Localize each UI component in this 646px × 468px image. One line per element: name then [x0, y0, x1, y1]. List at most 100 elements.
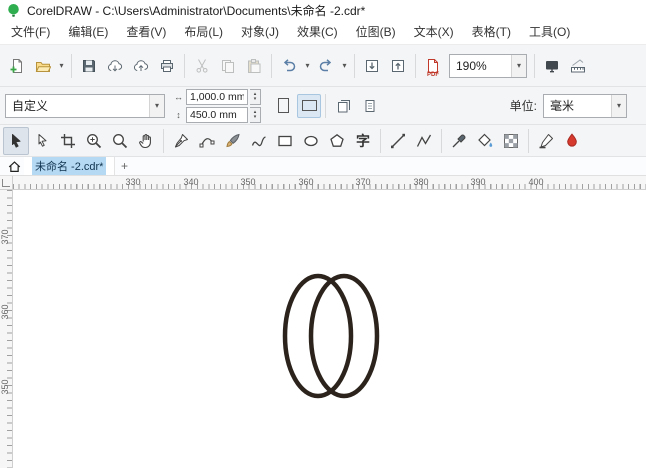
page-width-input[interactable]	[186, 88, 248, 105]
menu-item-text[interactable]: 文本(X)	[405, 20, 463, 44]
coreldraw-window: CorelDRAW - C:\Users\Administrator\Docum…	[0, 0, 646, 468]
cut-button[interactable]	[189, 53, 215, 79]
artistic-media-tool[interactable]	[220, 127, 246, 155]
fullscreen-preview-button[interactable]	[539, 53, 565, 79]
menu-item-view[interactable]: 查看(V)	[117, 20, 175, 44]
spin-down-icon: ▾	[253, 95, 257, 102]
page-height-spinner[interactable]: ▴ ▾	[250, 106, 261, 123]
menu-item-table[interactable]: 表格(T)	[463, 20, 520, 44]
toolbar-separator	[71, 53, 72, 78]
page-height-input[interactable]	[186, 106, 248, 123]
vertical-ruler[interactable]: 370 360 350	[0, 190, 13, 468]
new-document-icon	[9, 58, 25, 74]
menu-item-edit[interactable]: 编辑(E)	[59, 20, 117, 44]
copy-icon	[220, 58, 236, 74]
fill-tool[interactable]	[559, 127, 585, 155]
new-tab-button[interactable]: +	[115, 158, 133, 175]
menu-item-bitmaps[interactable]: 位图(B)	[347, 20, 405, 44]
menu-item-file[interactable]: 文件(F)	[2, 20, 59, 44]
chevron-down-icon[interactable]: ▾	[149, 94, 164, 117]
all-pages-button[interactable]	[332, 94, 356, 118]
print-button[interactable]	[154, 53, 180, 79]
h-ruler-label: 370	[355, 177, 371, 187]
redo-dropdown[interactable]: ▾	[339, 53, 350, 79]
polyline-tool[interactable]	[411, 127, 437, 155]
save-to-cloud-button[interactable]	[128, 53, 154, 79]
landscape-icon	[301, 100, 317, 111]
page-width-row: ↔ ▴ ▾	[173, 88, 261, 105]
outline-pen-icon	[538, 133, 554, 149]
h-ruler-label: 400	[528, 177, 544, 187]
open-from-cloud-button[interactable]	[102, 53, 128, 79]
toolbox-separator	[528, 128, 529, 153]
smart-fill-tool[interactable]	[472, 127, 498, 155]
bezier-tool[interactable]	[194, 127, 220, 155]
single-page-icon	[362, 98, 378, 114]
menu-item-effects[interactable]: 效果(C)	[288, 20, 347, 44]
shape-tool[interactable]	[29, 127, 55, 155]
open-button[interactable]	[30, 53, 56, 79]
redo-button[interactable]	[313, 53, 339, 79]
spline-curve-icon	[251, 133, 267, 149]
paste-button[interactable]	[241, 53, 267, 79]
rectangle-tool[interactable]	[272, 127, 298, 155]
page-width-spinner[interactable]: ▴ ▾	[250, 88, 261, 105]
save-button[interactable]	[76, 53, 102, 79]
menu-item-object[interactable]: 对象(J)	[232, 20, 288, 44]
zoom-tool[interactable]	[81, 127, 107, 155]
outline-pen-tool[interactable]	[533, 127, 559, 155]
zoom-level-select[interactable]: 190% ▾	[449, 53, 527, 78]
menu-item-layout[interactable]: 布局(L)	[175, 20, 232, 44]
undo-dropdown[interactable]: ▾	[302, 53, 313, 79]
current-page-button[interactable]	[358, 94, 382, 118]
ruler-origin[interactable]	[0, 176, 13, 189]
publish-pdf-button[interactable]: PDF	[420, 53, 446, 79]
h-ruler-label: 340	[183, 177, 199, 187]
pen-tool[interactable]	[168, 127, 194, 155]
h-ruler-label: 330	[125, 177, 141, 187]
toolbar-separator	[325, 93, 326, 118]
text-tool[interactable]: 字	[350, 127, 376, 155]
pick-tool[interactable]	[3, 126, 29, 155]
open-dropdown[interactable]: ▾	[56, 53, 67, 79]
home-tab-button[interactable]	[4, 158, 24, 175]
eyedropper-tool[interactable]	[446, 127, 472, 155]
page-height-row: ↕ ▴ ▾	[173, 106, 261, 123]
portrait-button[interactable]	[271, 94, 295, 118]
import-button[interactable]	[359, 53, 385, 79]
v-ruler-label: 350	[0, 379, 10, 395]
pan-tool[interactable]	[133, 127, 159, 155]
export-button[interactable]	[385, 53, 411, 79]
menu-item-tools[interactable]: 工具(O)	[520, 20, 579, 44]
undo-button[interactable]	[276, 53, 302, 79]
save-icon	[81, 58, 97, 74]
magnifier-icon	[112, 133, 128, 149]
ellipse-tool[interactable]	[298, 127, 324, 155]
horizontal-ruler[interactable]: 330 340 350 360 370 380 390 400	[0, 176, 646, 190]
document-tab[interactable]: 未命名 -2.cdr*	[24, 157, 116, 175]
toolbar-separator	[271, 53, 272, 78]
window-title: CorelDRAW - C:\Users\Administrator\Docum…	[27, 3, 366, 18]
line-tool[interactable]	[385, 127, 411, 155]
chevron-down-icon[interactable]: ▾	[611, 94, 626, 117]
zoom-out-tool[interactable]	[107, 127, 133, 155]
crop-tool[interactable]	[55, 127, 81, 155]
canvas[interactable]	[13, 190, 646, 468]
polygon-tool[interactable]	[324, 127, 350, 155]
pick-arrow-icon	[8, 133, 24, 149]
landscape-button[interactable]	[297, 93, 321, 118]
chevron-down-icon[interactable]: ▾	[511, 54, 526, 77]
text-tool-icon: 字	[356, 132, 370, 149]
new-document-button[interactable]	[4, 53, 30, 79]
spin-down-icon: ▾	[253, 113, 257, 120]
b-spline-tool[interactable]	[246, 127, 272, 155]
paste-icon	[246, 58, 262, 74]
show-rulers-button[interactable]	[565, 53, 591, 79]
units-select[interactable]: 毫米 ▾	[543, 93, 627, 118]
page-size-preset-select[interactable]: 自定义 ▾	[5, 93, 165, 118]
cloud-upload-icon	[133, 58, 149, 74]
units-label: 单位:	[509, 99, 537, 113]
copy-button[interactable]	[215, 53, 241, 79]
smart-fill-icon	[477, 133, 493, 149]
transparency-tool[interactable]	[498, 127, 524, 155]
